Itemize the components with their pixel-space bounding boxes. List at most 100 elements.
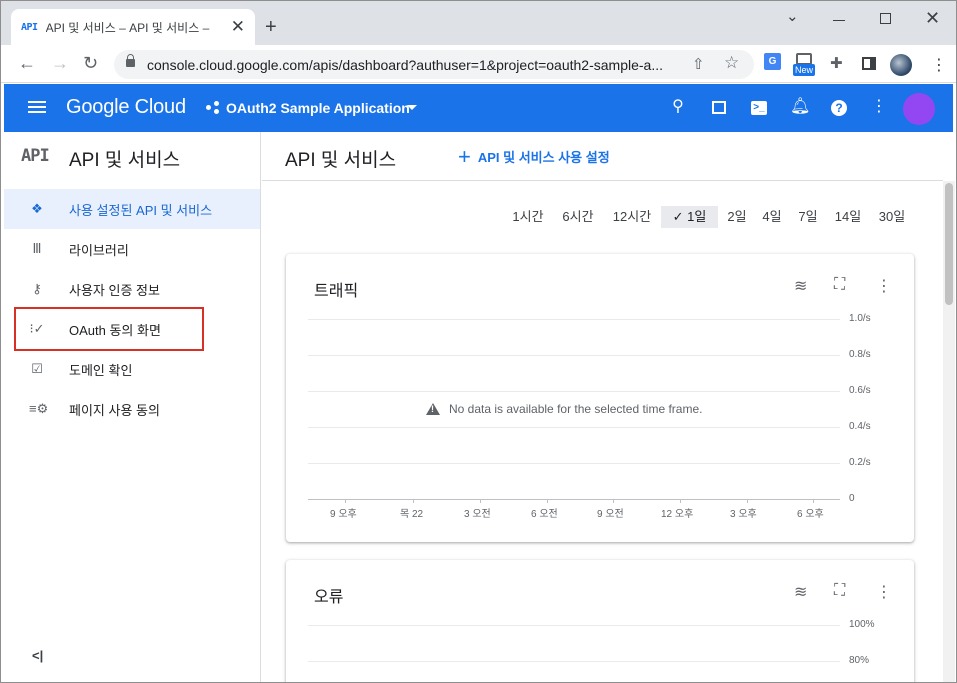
y-tick-label: 0.4/s <box>849 421 871 432</box>
sidebar-item-label: 페이지 사용 동의 <box>69 402 160 418</box>
no-data-message: No data is available for the selected ti… <box>426 402 702 416</box>
gridline <box>308 319 840 320</box>
sidebar-header: API API 및 서비스 <box>4 132 260 180</box>
highlight-box <box>14 307 204 351</box>
browser-menu-icon[interactable]: ⋮ <box>931 55 947 75</box>
y-tick-label: 1.0/s <box>849 313 871 324</box>
hamburger-menu-icon[interactable] <box>28 101 46 103</box>
x-tick <box>747 499 748 503</box>
more-vert-icon[interactable]: ⋮ <box>870 98 888 116</box>
errors-card: 오류 ≋ ⛶ ⋮ 100% 80% <box>286 560 914 682</box>
legend-toggle-icon[interactable]: ≋ <box>794 582 807 602</box>
new-extension-icon[interactable]: New <box>793 53 817 79</box>
legend-toggle-icon[interactable]: ≋ <box>794 276 807 296</box>
card-more-icon[interactable]: ⋮ <box>876 582 892 602</box>
project-selector[interactable]: OAuth2 Sample Application <box>226 100 410 116</box>
range-1d-label: 1일 <box>687 209 707 224</box>
main-scrollbar[interactable] <box>943 181 955 682</box>
gridline <box>308 391 840 392</box>
sidebar-item-page-usage[interactable]: ≡⚙ 페이지 사용 동의 <box>4 389 260 429</box>
main-content: API 및 서비스 + API 및 서비스 사용 설정 1시간 6시간 12시간… <box>262 132 943 682</box>
api-product-icon: API <box>21 146 50 166</box>
gridline <box>308 661 840 662</box>
range-1h[interactable]: 1시간 <box>508 206 548 228</box>
address-bar[interactable]: console.cloud.google.com/apis/dashboard?… <box>114 50 754 79</box>
search-icon[interactable]: ⚲ <box>669 98 687 116</box>
side-panel-icon[interactable] <box>862 57 876 70</box>
check-icon: ✓ <box>672 209 688 224</box>
lock-icon <box>126 54 135 67</box>
x-tick-label: 9 오후 <box>330 509 357 520</box>
y-tick-label: 0.8/s <box>849 349 871 360</box>
back-arrow-icon[interactable]: ← <box>18 53 36 73</box>
key-icon: ⚷ <box>32 281 42 296</box>
page-title: API 및 서비스 <box>285 150 397 171</box>
y-tick-label: 80% <box>849 655 870 666</box>
plus-icon: + <box>458 143 471 169</box>
tab-close-icon[interactable]: ✕ <box>231 17 245 37</box>
url-text: console.cloud.google.com/apis/dashboard?… <box>147 57 664 73</box>
x-tick-label: 3 오후 <box>730 509 757 520</box>
tab-title: API 및 서비스 – API 및 서비스 – <box>45 20 210 35</box>
project-dropdown-icon[interactable] <box>407 105 417 110</box>
bookmark-star-icon[interactable]: ☆ <box>724 53 739 73</box>
card-more-icon[interactable]: ⋮ <box>876 276 892 296</box>
warning-icon <box>426 403 440 415</box>
x-tick-label: 3 오전 <box>464 509 491 520</box>
gridline <box>308 463 840 464</box>
reload-icon[interactable]: ↻ <box>83 53 98 73</box>
fullscreen-icon[interactable]: ⛶ <box>834 582 845 600</box>
range-1d[interactable]: ✓ 1일 <box>661 206 718 228</box>
tab-search-chevron-icon[interactable]: ⌄ <box>786 7 799 25</box>
x-tick <box>613 499 614 503</box>
new-badge: New <box>793 64 816 76</box>
api-diamond-icon: ❖ <box>31 201 43 216</box>
sidebar-item-library[interactable]: Ⅲ 라이브러리 <box>4 229 260 269</box>
notifications-icon[interactable]: 🔔︎ <box>790 98 810 116</box>
fullscreen-icon[interactable]: ⛶ <box>834 276 845 294</box>
sidebar-item-enabled-apis[interactable]: ❖ 사용 설정된 API 및 서비스 <box>4 189 260 229</box>
translate-extension-icon[interactable]: G <box>764 53 781 70</box>
forward-arrow-icon[interactable]: → <box>51 53 69 73</box>
range-14d[interactable]: 14일 <box>831 206 865 228</box>
help-icon[interactable]: ? <box>831 100 847 116</box>
x-tick <box>813 499 814 503</box>
x-tick <box>680 499 681 503</box>
browser-window: API API 및 서비스 – API 및 서비스 – ✕ + ⌄ ✕ ← → … <box>0 0 957 683</box>
range-6h[interactable]: 6시간 <box>558 206 598 228</box>
terminal-icon[interactable]: >_ <box>751 101 767 115</box>
new-tab-icon[interactable]: + <box>265 17 277 37</box>
share-icon[interactable]: ⇧ <box>692 55 705 73</box>
scrollbar-thumb[interactable] <box>945 183 953 305</box>
sidebar-item-domain-verification[interactable]: ☑ 도메인 확인 <box>4 349 260 389</box>
checkbox-icon: ☑ <box>31 361 43 376</box>
gift-icon[interactable] <box>712 101 726 114</box>
user-avatar[interactable] <box>903 93 935 125</box>
x-tick <box>345 499 346 503</box>
tab-strip: API API 및 서비스 – API 및 서비스 – ✕ + ⌄ ✕ <box>1 1 956 45</box>
extensions-puzzle-icon[interactable]: ✚ <box>830 54 843 72</box>
profile-avatar-icon[interactable] <box>890 54 912 76</box>
gridline <box>308 427 840 428</box>
x-tick <box>547 499 548 503</box>
collapse-sidebar-icon[interactable]: <| <box>32 648 43 663</box>
google-cloud-logo[interactable]: Google Cloud <box>66 96 186 119</box>
range-12h[interactable]: 12시간 <box>608 206 656 228</box>
sidebar-item-credentials[interactable]: ⚷ 사용자 인증 정보 <box>4 269 260 309</box>
y-tick-label: 0 <box>849 493 855 504</box>
range-4d[interactable]: 4일 <box>758 206 786 228</box>
sidebar-item-label: 라이브러리 <box>69 242 129 258</box>
window-close-icon[interactable]: ✕ <box>925 8 940 29</box>
minimize-icon[interactable] <box>833 20 845 21</box>
range-2d[interactable]: 2일 <box>723 206 751 228</box>
range-7d[interactable]: 7일 <box>794 206 822 228</box>
sidebar: API API 및 서비스 ❖ 사용 설정된 API 및 서비스 Ⅲ 라이브러리… <box>4 132 261 682</box>
cloud-header: Google Cloud OAuth2 Sample Application ⚲… <box>4 84 953 132</box>
enable-apis-button[interactable]: + API 및 서비스 사용 설정 <box>458 143 610 169</box>
maximize-icon[interactable] <box>880 13 891 24</box>
range-30d[interactable]: 30일 <box>875 206 909 228</box>
gridline <box>308 355 840 356</box>
project-nodes-icon <box>206 101 220 115</box>
browser-tab[interactable]: API API 및 서비스 – API 및 서비스 – ✕ <box>11 9 255 45</box>
divider <box>262 180 943 181</box>
